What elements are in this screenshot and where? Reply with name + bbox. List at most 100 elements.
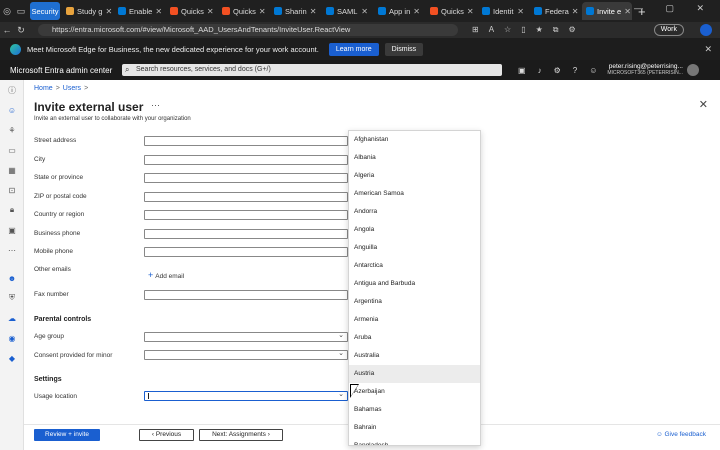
protection-icon[interactable]: 🔒︎ [0,200,24,220]
country-option[interactable]: Aruba [349,329,480,347]
global-search-input[interactable]: ⌕ Search resources, services, and docs (… [122,64,502,76]
zip-field[interactable] [144,192,348,202]
tab-close-icon[interactable]: ✕ [207,7,214,16]
browser-tab[interactable]: Security [30,2,60,20]
review-invite-button[interactable]: Review + invite [34,429,100,441]
read-aloud-icon[interactable]: A [489,25,494,35]
refresh-button[interactable]: ↻ [14,25,28,36]
tab-close-icon[interactable]: ✕ [259,7,266,16]
more-icon[interactable]: ⋯ [0,240,24,260]
country-option[interactable]: Anguilla [349,239,480,257]
extensions-icon[interactable]: ⚙ [569,25,576,35]
country-option[interactable]: Armenia [349,311,480,329]
usage-location-dropdown[interactable]: Afghanistan Albania Algeria American Samoa A… [348,130,481,446]
country-option[interactable]: American Samoa [349,185,480,203]
add-email-button[interactable]: + Add email [148,270,184,280]
state-field[interactable] [144,173,348,183]
app-name[interactable]: Microsoft Entra admin center [10,66,120,75]
collections-icon[interactable]: ⧉ [553,25,559,35]
feedback-icon[interactable]: ☺ [589,66,597,75]
learn-icon[interactable]: ◆ [0,348,24,368]
give-feedback-link[interactable]: ☺ Give feedback [656,431,706,438]
fax-field[interactable] [144,290,348,300]
cloud-shell-icon[interactable]: ▣ [518,66,526,75]
browser-tab[interactable]: Identit ✕ [478,2,528,20]
monitoring-icon[interactable]: ▣ [0,220,24,240]
breadcrumb-users[interactable]: Users [63,85,81,92]
browser-tab[interactable]: Study g ✕ [62,2,112,20]
country-option[interactable]: Algeria [349,167,480,185]
browser-tab[interactable]: Quicks ✕ [426,2,476,20]
dismiss-button[interactable]: Dismiss [384,42,424,56]
country-option[interactable]: Australia [349,347,480,365]
country-option[interactable]: Afghanistan [349,131,480,149]
age-group-select[interactable]: ⌄ [144,332,348,342]
browser-tab[interactable]: Quicks ✕ [166,2,216,20]
tab-close-icon[interactable]: ✕ [413,7,420,16]
browser-tab[interactable]: Sharin ✕ [270,2,320,20]
settings-icon[interactable]: ⚙ [554,66,561,75]
tab-close-icon[interactable]: ✕ [310,7,317,16]
country-option[interactable]: Albania [349,149,480,167]
avatar[interactable] [686,64,699,76]
copilot-icon[interactable] [700,24,712,36]
street-address-field[interactable] [144,136,348,146]
work-profile-button[interactable]: Work [653,24,684,36]
identity-icon[interactable]: ⚘ [0,120,24,140]
notifications-icon[interactable]: ♪ [538,66,542,75]
favorites-icon[interactable]: ★ [536,25,543,35]
country-option[interactable]: Angola [349,221,480,239]
favorite-star-icon[interactable]: ☆ [504,25,511,35]
breadcrumb-home[interactable]: Home [34,85,53,92]
tab-close-icon[interactable]: ✕ [361,7,368,16]
city-field[interactable] [144,155,348,165]
window-controls[interactable]: — ▢ ✕ [634,3,714,14]
business-phone-field[interactable] [144,229,348,239]
tab-close-icon[interactable]: ✕ [572,7,579,16]
country-option[interactable]: Andorra [349,203,480,221]
tab-close-icon[interactable]: ✕ [105,7,112,16]
tab-close-icon[interactable]: ✕ [467,7,474,16]
account-info[interactable]: peter.rising@peterrising... MICROSOFT365… [607,63,683,77]
governance-icon[interactable]: ⊡ [0,180,24,200]
shield-icon[interactable]: ⛨ [0,288,24,308]
app-available-icon[interactable]: ⊞ [472,25,479,35]
close-icon[interactable]: ✕ [704,44,712,55]
tab-close-icon[interactable]: ✕ [155,7,162,16]
browser-tab[interactable]: Quicks ✕ [218,2,268,20]
country-option[interactable]: Bahamas [349,401,480,419]
country-option[interactable]: Argentina [349,293,480,311]
close-panel-icon[interactable]: ✕ [699,98,708,111]
back-button[interactable]: ← [0,25,14,35]
usage-location-select[interactable]: ⌄ [144,391,348,401]
tab-close-icon[interactable]: ✕ [517,7,524,16]
split-screen-icon[interactable]: ▯ [521,25,525,35]
country-option[interactable]: Bangladesh [349,437,480,445]
url-field[interactable]: https://entra.microsoft.com/#view/Micros… [38,24,458,36]
workspaces-icon[interactable]: ▭ [14,6,28,17]
browser-tab[interactable]: Federa ✕ [530,2,580,20]
mobile-phone-field[interactable] [144,247,348,257]
tab-close-icon[interactable]: ✕ [624,7,631,16]
next-assignments-button[interactable]: Next: Assignments › [199,429,283,441]
browser-tab[interactable]: App in ✕ [374,2,424,20]
country-option[interactable]: Bahrain [349,419,480,437]
profile-icon[interactable]: ◎ [0,6,14,17]
applications-icon[interactable]: ▦ [0,160,24,180]
learn-more-button[interactable]: Learn more [328,42,379,56]
consent-select[interactable]: ⌄ [144,350,348,360]
people-icon[interactable]: ☻ [0,268,24,288]
country-option[interactable]: Antigua and Barbuda [349,275,480,293]
verified-id-icon[interactable]: ◉ [0,328,24,348]
devices-icon[interactable]: ▭ [0,140,24,160]
help-icon[interactable]: ? [573,66,577,75]
country-field[interactable] [144,210,348,220]
browser-tab[interactable]: SAML ✕ [322,2,372,20]
users-icon[interactable]: ☺ [0,100,24,120]
info-icon[interactable]: ⓘ [0,80,24,100]
more-options-icon[interactable]: ··· [151,100,160,110]
previous-button[interactable]: ‹ Previous [139,429,194,441]
browser-tab[interactable]: Enable ✕ [114,2,164,20]
country-option[interactable]: Austria [349,365,480,383]
country-option[interactable]: Antarctica [349,257,480,275]
